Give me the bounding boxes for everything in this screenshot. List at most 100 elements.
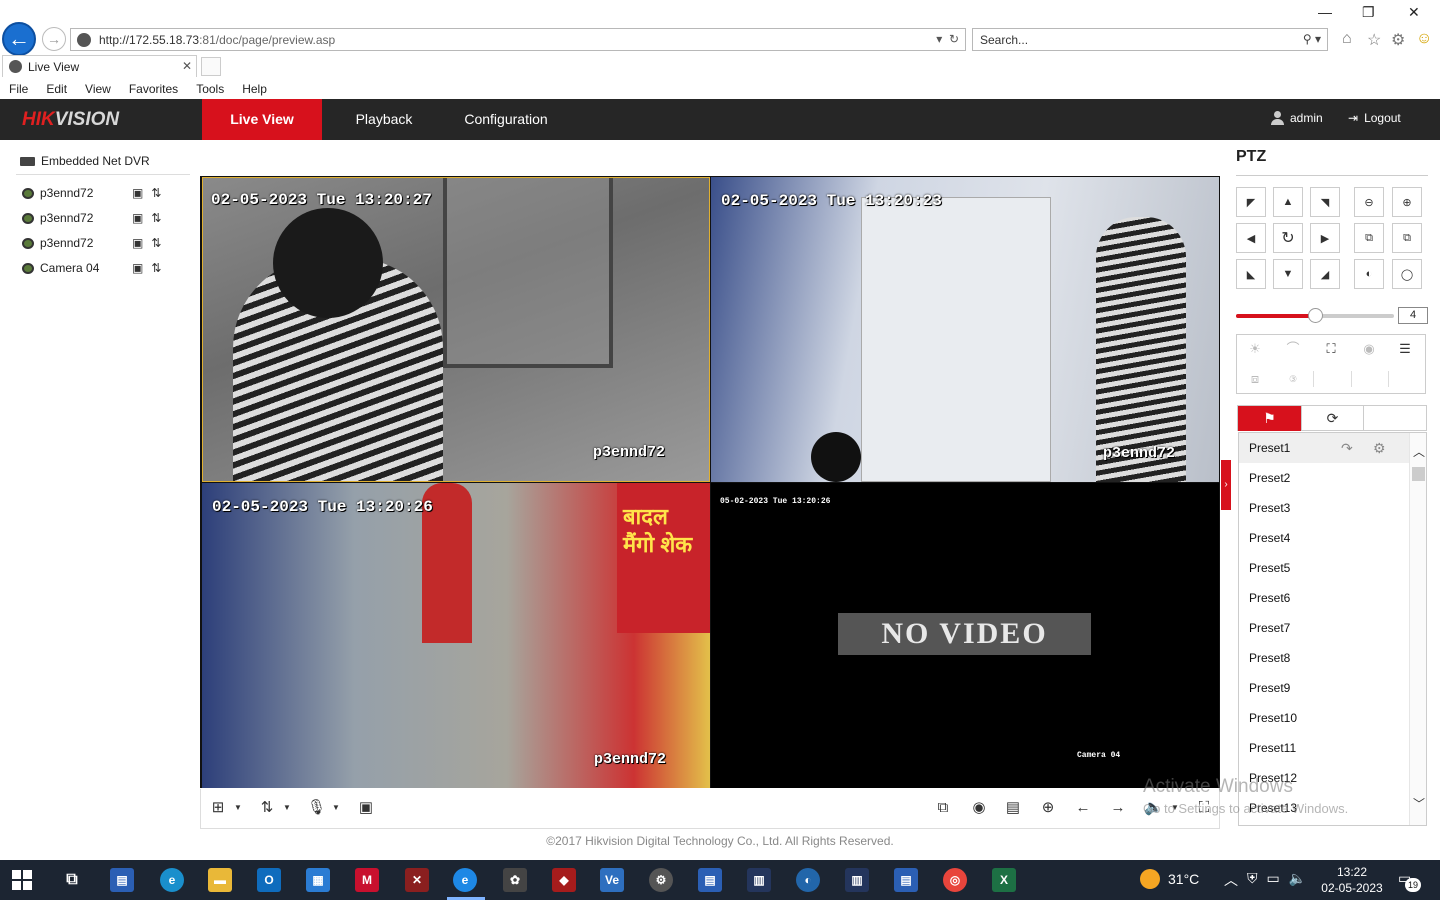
preset-item[interactable]: Preset2 <box>1239 463 1411 493</box>
preset-item[interactable]: Preset1 ↷ ⚙ <box>1239 433 1411 463</box>
minimize-icon[interactable]: — <box>1318 4 1332 20</box>
tab-close-icon[interactable]: ✕ <box>182 59 192 73</box>
ptz-down-left-button[interactable]: ◣ <box>1236 259 1266 289</box>
ptz-up-left-button[interactable]: ◤ <box>1236 187 1266 217</box>
logout-button[interactable]: ⇥ Logout <box>1348 111 1401 125</box>
start-button[interactable] <box>12 870 32 890</box>
start-preview-icon[interactable]: ▣ <box>132 236 143 250</box>
preset-item[interactable]: Preset10 <box>1239 703 1411 733</box>
video-tile[interactable]: 02-05-2023 Tue 13:20:23 p3ennd72 <box>711 177 1219 482</box>
preset-item[interactable]: Preset3 <box>1239 493 1411 523</box>
tab-patrol[interactable]: ⟳ <box>1301 406 1364 431</box>
app-icon[interactable]: M <box>355 868 379 892</box>
stop-all-preview-icon[interactable]: ▣ <box>357 800 375 816</box>
close-icon[interactable]: ✕ <box>1408 4 1420 21</box>
app-icon[interactable]: ✕ <box>405 868 429 892</box>
start-preview-icon[interactable]: ▣ <box>132 186 143 200</box>
refresh-icon[interactable]: ▾ ↻ <box>936 32 959 46</box>
app-icon[interactable]: ▤ <box>110 868 134 892</box>
slider-handle[interactable] <box>1308 308 1323 323</box>
chevron-down-icon[interactable]: ▼ <box>327 800 345 816</box>
chevron-down-icon[interactable]: ▼ <box>229 800 247 816</box>
menu-file[interactable]: File <box>0 80 37 99</box>
app-icon[interactable]: ◆ <box>552 868 576 892</box>
video-tile[interactable]: बादल मैंगो शेक 02-05-2023 Tue 13:20:26 p… <box>202 483 710 788</box>
restore-icon[interactable]: ❐ <box>1362 4 1375 21</box>
preset-item[interactable]: Preset4 <box>1239 523 1411 553</box>
iris-open-icon[interactable]: ◯ <box>1392 259 1422 289</box>
video-tile[interactable]: 05-02-2023 Tue 13:20:26 NO VIDEO Camera … <box>711 483 1219 788</box>
preset-item[interactable]: Preset9 <box>1239 673 1411 703</box>
app-icon[interactable]: ▤ <box>894 868 918 892</box>
call-preset-icon[interactable]: ↷ <box>1341 433 1353 463</box>
ptz-speed-slider[interactable] <box>1236 308 1394 323</box>
task-view-icon[interactable]: ⧉ <box>60 868 84 892</box>
tab-configuration[interactable]: Configuration <box>450 99 562 140</box>
tab-preset[interactable]: ⚑ <box>1238 406 1301 431</box>
feedback-smiley-icon[interactable]: ☺ <box>1416 30 1432 48</box>
zoom-out-icon[interactable]: ⊖ <box>1354 187 1384 217</box>
record-icon[interactable]: ▤ <box>1004 800 1022 816</box>
browser-tab[interactable]: Live View ✕ <box>2 55 197 77</box>
microphone-icon[interactable]: 🎙 <box>307 800 326 816</box>
scrollbar-thumb[interactable] <box>1412 467 1425 481</box>
edge-icon[interactable]: e <box>160 868 184 892</box>
menu-view[interactable]: View <box>76 80 120 99</box>
video-tile[interactable]: 02-05-2023 Tue 13:20:27 p3ennd72 <box>202 177 710 482</box>
ptz-up-button[interactable]: ▲ <box>1273 187 1303 217</box>
app-icon[interactable]: ◐ <box>796 868 820 892</box>
camera-row[interactable]: p3ennd72 ▣ ⇅ <box>22 184 182 202</box>
preset-item[interactable]: Preset6 <box>1239 583 1411 613</box>
volume-icon[interactable]: 🔈 <box>1289 870 1306 890</box>
camera-row[interactable]: Camera 04 ▣ ⇅ <box>22 259 182 277</box>
app-icon[interactable]: Ve <box>600 868 624 892</box>
chevron-down-icon[interactable]: ﹀ <box>1413 795 1425 812</box>
menu-edit[interactable]: Edit <box>37 80 76 99</box>
internet-explorer-icon[interactable]: e <box>453 868 477 892</box>
ptz-down-button[interactable]: ▼ <box>1273 259 1303 289</box>
preset-item[interactable]: Preset8 <box>1239 643 1411 673</box>
search-icon[interactable]: ⚲ ▾ <box>1303 32 1321 46</box>
chevron-down-icon[interactable]: ▼ <box>278 800 296 816</box>
preset-scrollbar[interactable]: ︿ ﹀ <box>1409 433 1426 825</box>
security-icon[interactable]: ⛨ <box>1247 870 1258 890</box>
focus-near-icon[interactable]: ⧉ <box>1354 223 1384 253</box>
light-icon[interactable]: ☀ <box>1245 341 1265 357</box>
chevron-up-icon[interactable]: ︿ <box>1413 443 1425 460</box>
stream-select-icon[interactable]: ⇅ <box>151 261 161 275</box>
store-icon[interactable]: ▦ <box>306 868 330 892</box>
wiper-icon[interactable]: ⌒ <box>1283 341 1303 357</box>
tab-playback[interactable]: Playback <box>336 99 432 140</box>
menu-icon[interactable]: ☰ <box>1395 341 1415 357</box>
excel-icon[interactable]: X <box>992 868 1016 892</box>
lens-init-icon[interactable]: ◉ <box>1359 341 1379 357</box>
set-preset-gear-icon[interactable]: ⚙ <box>1373 433 1386 463</box>
stream-type-icon[interactable]: ⇅ <box>258 800 276 816</box>
manual-track-icon[interactable]: ⧈ <box>1245 371 1265 387</box>
camera-row[interactable]: p3ennd72 ▣ ⇅ <box>22 234 182 252</box>
settings-gear-icon[interactable]: ⚙ <box>1391 30 1405 50</box>
favorites-star-icon[interactable]: ☆ <box>1367 30 1381 50</box>
start-preview-icon[interactable]: ▣ <box>132 261 143 275</box>
chrome-icon[interactable]: ◎ <box>943 868 967 892</box>
ptz-right-button[interactable]: ▶ <box>1310 223 1340 253</box>
chevron-up-icon[interactable]: ︿ <box>1224 870 1238 890</box>
next-page-icon[interactable]: → <box>1109 800 1127 816</box>
app-icon[interactable]: ▥ <box>845 868 869 892</box>
app-icon[interactable]: ▤ <box>698 868 722 892</box>
back-button[interactable]: ← <box>2 22 36 56</box>
forward-button[interactable]: → <box>42 27 66 51</box>
focus-far-icon[interactable]: ⧉ <box>1392 223 1422 253</box>
start-preview-icon[interactable]: ▣ <box>132 211 143 225</box>
stream-select-icon[interactable]: ⇅ <box>151 236 161 250</box>
tab-live-view[interactable]: Live View <box>202 99 322 140</box>
network-icon[interactable]: ▭ <box>1267 870 1280 890</box>
app-icon[interactable]: ▥ <box>747 868 771 892</box>
home-icon[interactable]: ⌂ <box>1342 30 1352 48</box>
weather-widget[interactable]: 31°C <box>1140 869 1199 889</box>
camera-row[interactable]: p3ennd72 ▣ ⇅ <box>22 209 182 227</box>
file-explorer-icon[interactable]: ▬ <box>208 868 232 892</box>
taskbar-clock[interactable]: 13:22 02-05-2023 <box>1316 864 1388 896</box>
auxiliary-focus-icon[interactable]: ⛶ <box>1321 341 1341 357</box>
ptz-speed-value[interactable]: 4 <box>1398 307 1428 324</box>
